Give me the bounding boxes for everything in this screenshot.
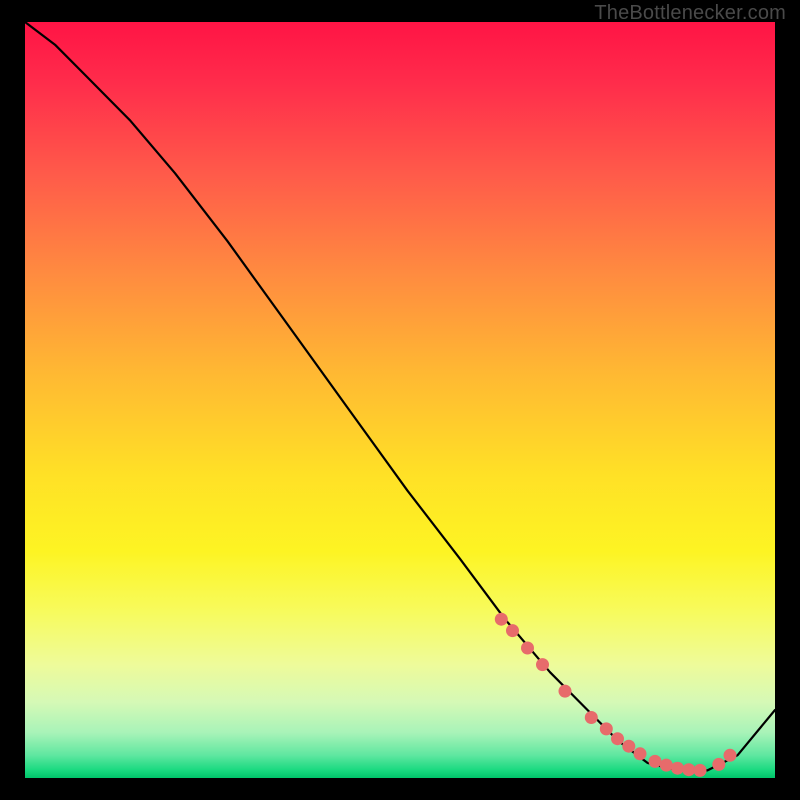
curve-layer — [25, 22, 775, 778]
bottleneck-curve — [25, 22, 775, 770]
curve-marker — [611, 732, 624, 745]
marker-group — [495, 613, 737, 777]
curve-marker — [649, 755, 662, 768]
curve-marker — [536, 658, 549, 671]
curve-marker — [660, 759, 673, 772]
curve-marker — [521, 642, 534, 655]
curve-marker — [600, 722, 613, 735]
curve-marker — [682, 763, 695, 776]
curve-marker — [622, 740, 635, 753]
curve-marker — [712, 758, 725, 771]
curve-marker — [694, 764, 707, 777]
curve-marker — [671, 762, 684, 775]
plot-area — [25, 22, 775, 778]
curve-marker — [506, 624, 519, 637]
curve-marker — [724, 749, 737, 762]
curve-marker — [559, 685, 572, 698]
watermark-text: TheBottlenecker.com — [594, 2, 786, 25]
curve-marker — [585, 711, 598, 724]
curve-marker — [634, 747, 647, 760]
chart-stage: TheBottlenecker.com — [0, 0, 800, 800]
curve-marker — [495, 613, 508, 626]
